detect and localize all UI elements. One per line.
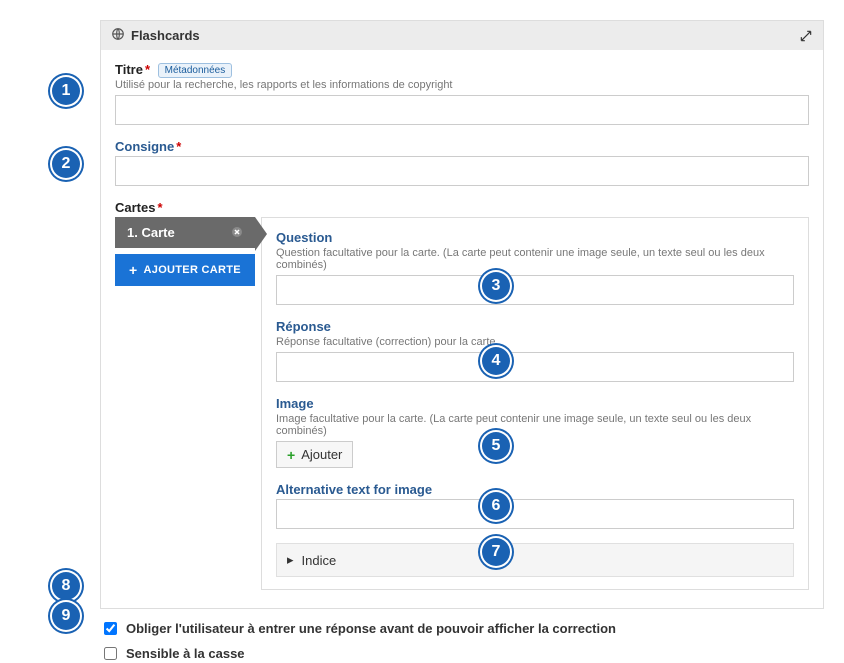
consigne-label: Consigne xyxy=(115,139,174,154)
image-hint: Image facultative pour la carte. (La car… xyxy=(276,413,794,437)
case-sensitive-row: Sensible à la casse xyxy=(100,644,824,663)
expand-icon[interactable] xyxy=(799,29,813,43)
card-tab-1[interactable]: 1. Carte xyxy=(115,217,255,248)
marker-7: 7 xyxy=(480,536,512,568)
cartes-label: Cartes xyxy=(115,200,155,215)
marker-9: 9 xyxy=(50,600,82,632)
question-hint: Question facultative pour la carte. (La … xyxy=(276,247,794,271)
marker-8: 8 xyxy=(50,570,82,602)
indice-toggle[interactable]: ▸ Indice xyxy=(276,543,794,577)
reponse-section: Réponse Réponse facultative (correction)… xyxy=(276,319,794,382)
required-asterisk: * xyxy=(176,139,181,154)
marker-3: 3 xyxy=(480,270,512,302)
marker-2: 2 xyxy=(50,148,82,180)
alt-text-section: Alternative text for image xyxy=(276,482,794,529)
question-title: Question xyxy=(276,230,794,245)
reponse-title: Réponse xyxy=(276,319,794,334)
indice-label: Indice xyxy=(302,553,337,568)
card-tab-label: 1. Carte xyxy=(127,225,175,240)
titre-field: Titre* Métadonnées Utilisé pour la reche… xyxy=(115,62,809,125)
metadata-badge[interactable]: Métadonnées xyxy=(158,63,233,78)
card-editor: Question Question facultative pour la ca… xyxy=(261,217,809,590)
caret-right-icon: ▸ xyxy=(287,552,294,568)
cartes-field: Cartes* 1. Carte + AJOUTER CARTE xyxy=(115,200,809,590)
question-input[interactable] xyxy=(276,275,794,305)
marker-5: 5 xyxy=(480,430,512,462)
required-asterisk: * xyxy=(145,62,150,77)
marker-4: 4 xyxy=(480,345,512,377)
image-title: Image xyxy=(276,396,794,411)
flashcards-panel: Flashcards Titre* Métadonnées Utilisé po… xyxy=(100,20,824,609)
consigne-field: Consigne* xyxy=(115,139,809,186)
required-asterisk: * xyxy=(157,200,162,215)
force-answer-row: Obliger l'utilisateur à entrer une répon… xyxy=(100,619,824,638)
case-sensitive-checkbox[interactable] xyxy=(104,647,117,660)
consigne-input[interactable] xyxy=(115,156,809,186)
marker-1: 1 xyxy=(50,75,82,107)
card-tabs: 1. Carte + AJOUTER CARTE xyxy=(115,217,255,590)
plus-icon: + xyxy=(129,262,137,278)
alt-text-input[interactable] xyxy=(276,499,794,529)
titre-label: Titre xyxy=(115,62,143,77)
panel-title: Flashcards xyxy=(131,28,200,43)
plus-icon: + xyxy=(287,448,295,462)
reponse-input[interactable] xyxy=(276,352,794,382)
force-answer-label: Obliger l'utilisateur à entrer une répon… xyxy=(126,621,616,636)
case-sensitive-label: Sensible à la casse xyxy=(126,646,245,661)
titre-hint: Utilisé pour la recherche, les rapports … xyxy=(115,79,809,91)
add-card-label: AJOUTER CARTE xyxy=(144,264,241,276)
image-section: Image Image facultative pour la carte. (… xyxy=(276,396,794,468)
close-icon[interactable] xyxy=(231,226,243,240)
add-card-button[interactable]: + AJOUTER CARTE xyxy=(115,254,255,286)
reponse-hint: Réponse facultative (correction) pour la… xyxy=(276,336,794,348)
add-image-label: Ajouter xyxy=(301,447,342,462)
marker-6: 6 xyxy=(480,490,512,522)
add-image-button[interactable]: + Ajouter xyxy=(276,441,353,468)
titre-input[interactable] xyxy=(115,95,809,125)
alt-text-title: Alternative text for image xyxy=(276,482,794,497)
panel-header: Flashcards xyxy=(101,21,823,50)
question-section: Question Question facultative pour la ca… xyxy=(276,230,794,305)
flashcards-icon xyxy=(111,27,125,44)
force-answer-checkbox[interactable] xyxy=(104,622,117,635)
